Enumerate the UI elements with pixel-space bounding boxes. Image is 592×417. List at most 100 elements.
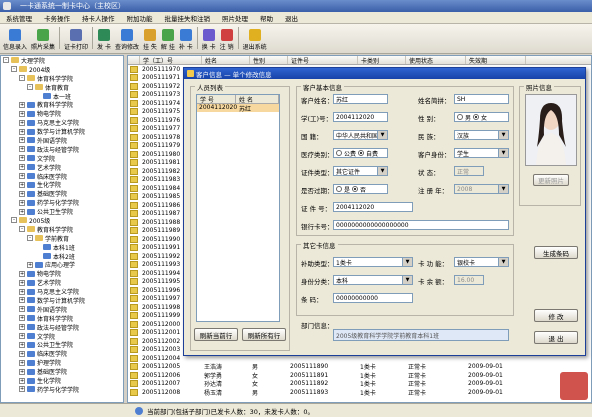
expand-icon[interactable]: + [19,101,25,108]
expand-icon[interactable]: + [19,306,25,313]
collapse-icon[interactable]: - [11,66,17,73]
expand-icon[interactable]: + [19,137,25,144]
cardfn-select[interactable]: 银校卡 [454,257,509,267]
grid-column-header[interactable]: 证件号 [288,56,358,65]
tree-node[interactable]: + 数学与计算机学院 [1,296,123,305]
tree-node[interactable]: + 数学与计算机学院 [1,127,123,136]
tree-node[interactable]: + 生化学院 [1,376,123,385]
expand-icon[interactable]: + [19,208,25,215]
table-row[interactable]: 2005112006 郭学勇女 2005111891 1类卡 正常卡 2009-09-01 [128,371,591,380]
alias-field[interactable]: SH [454,94,509,104]
expand-icon[interactable]: + [19,190,25,197]
expand-icon[interactable]: + [19,270,25,277]
toolbar-button-1[interactable]: 照片采集 [29,25,57,51]
tree-node[interactable]: + 临床医学院 [1,349,123,358]
toolbar-button-10[interactable]: 退出系统 [241,25,269,51]
people-row[interactable]: 2004112020 苏红 [197,104,279,113]
collapse-icon[interactable]: - [11,217,17,224]
grid-column-header[interactable]: 失效期 [466,56,526,65]
subsidy-select[interactable]: 1类卡 [333,257,413,267]
menu-item-2[interactable]: 持卡人操作 [76,13,121,23]
tree-node[interactable]: + 外国语学院 [1,305,123,314]
grid-column-header[interactable]: 使用状态 [406,56,466,65]
toolbar-button-0[interactable]: 信息录入 [1,25,29,51]
tree-node[interactable]: - 体育教育 [1,83,123,92]
collapse-icon[interactable]: - [27,235,33,242]
ident2-select[interactable]: 本科 [333,275,413,285]
toolbar-button-7[interactable]: 补 卡 [177,25,195,51]
col-student-id[interactable]: 学 号 [197,95,237,104]
gender-female-radio[interactable] [472,114,479,120]
toolbar-button-2[interactable]: 证卡打印 [62,25,90,51]
tree-node[interactable]: + 护理学院 [1,358,123,367]
menu-item-1[interactable]: 卡务操作 [38,13,76,23]
expand-icon[interactable]: + [19,199,25,206]
tree-node[interactable]: + 公共卫生学院 [1,207,123,216]
toolbar-button-8[interactable]: 换 卡 [200,25,218,51]
name-field[interactable]: 苏红 [333,94,388,104]
bank-field[interactable]: 0000000000000000000 [333,220,509,230]
expand-icon[interactable]: + [19,146,25,153]
serial-field[interactable]: 00000000000 [333,293,413,303]
generate-barcode-button[interactable]: 生成条码 [534,246,578,259]
modify-button[interactable]: 修 改 [534,309,578,322]
expand-icon[interactable]: + [19,173,25,180]
expire-yes-radio[interactable] [336,186,342,192]
tree-node[interactable]: + 体育科学学院 [1,314,123,323]
tree-node[interactable]: - 2004级 [1,65,123,74]
expand-icon[interactable]: + [19,368,25,375]
nation-select[interactable]: 中华人民共和国 [333,130,388,140]
tree-node[interactable]: + 艺术学院 [1,163,123,172]
medical-public-radio[interactable] [336,150,342,156]
tree-node[interactable]: + 文学院 [1,154,123,163]
collapse-icon[interactable]: - [3,57,9,64]
expand-icon[interactable]: + [19,288,25,295]
collapse-icon[interactable]: - [27,84,33,91]
expand-icon[interactable]: + [19,155,25,162]
toolbar-button-9[interactable]: 注 销 [218,25,236,51]
tree-node[interactable]: + 马克思主义学院 [1,287,123,296]
tree-node[interactable]: + 外国语学院 [1,136,123,145]
expand-icon[interactable]: + [19,164,25,171]
tree-node[interactable]: + 基础医学院 [1,189,123,198]
tree-node[interactable]: + 物电学院 [1,109,123,118]
tree-node[interactable]: + 基础医学院 [1,367,123,376]
tree-node[interactable]: + 药学与化学学院 [1,385,123,394]
tree-node[interactable]: - 教育科学学院 [1,225,123,234]
expand-icon[interactable]: + [27,261,33,268]
tree-node[interactable]: + 艺术学院 [1,278,123,287]
department-tree[interactable]: - 大理学院 -2004级 - 体育科学学院 - 体育教育 本一班 + 教育科学学院 + 物电学院 + 马… [0,55,124,403]
people-list[interactable]: 学 号 姓 名 2004112020 苏红 [196,94,280,322]
identity-select[interactable]: 学生 [454,148,509,158]
menu-item-0[interactable]: 系统管理 [0,13,38,23]
idtype-select[interactable]: 其它证件 [333,166,388,176]
tree-node[interactable]: + 教育科学学院 [1,100,123,109]
col-name[interactable]: 姓 名 [236,95,279,104]
tree-node[interactable]: + 生化学院 [1,180,123,189]
collapse-icon[interactable]: - [19,75,25,82]
expand-icon[interactable]: + [19,386,25,393]
gender-male-radio[interactable] [457,114,463,120]
tree-node[interactable]: - 体育科学学院 [1,74,123,83]
exit-button[interactable]: 退 出 [534,331,578,344]
expire-no-radio[interactable] [351,186,358,192]
table-row[interactable]: 2005112007 孙达清女 2005111892 1类卡 正常卡 2009-09-01 [128,380,591,388]
tree-node[interactable]: - 2005级 [1,216,123,225]
update-photo-button[interactable]: 更新照片 [533,174,569,186]
expand-icon[interactable]: + [19,119,25,126]
tree-node[interactable]: + 应用心理学 [1,260,123,269]
refresh-all-button[interactable]: 刷新所有行 [242,328,286,341]
menu-item-4[interactable]: 批量挂失和注销 [159,13,217,23]
tree-node[interactable]: 本科1班 [1,243,123,252]
tree-node[interactable]: + 马克思主义学院 [1,118,123,127]
expand-icon[interactable]: + [19,359,25,366]
tree-node[interactable]: - 学前教育 [1,234,123,243]
table-row[interactable]: 2005112005 王浩涛男 2005111890 1类卡 正常卡 2009-09-01 [128,363,591,371]
expand-icon[interactable]: + [19,341,25,348]
id-field[interactable]: 2004112020 [333,112,388,122]
tree-node[interactable]: 本一班 [1,92,123,101]
tree-node[interactable]: + 公共卫生学院 [1,341,123,349]
grid-column-header[interactable]: 姓名 [202,56,250,65]
tree-node[interactable]: + 政法与经管学院 [1,145,123,154]
tree-node[interactable]: - 大理学院 [1,56,123,65]
